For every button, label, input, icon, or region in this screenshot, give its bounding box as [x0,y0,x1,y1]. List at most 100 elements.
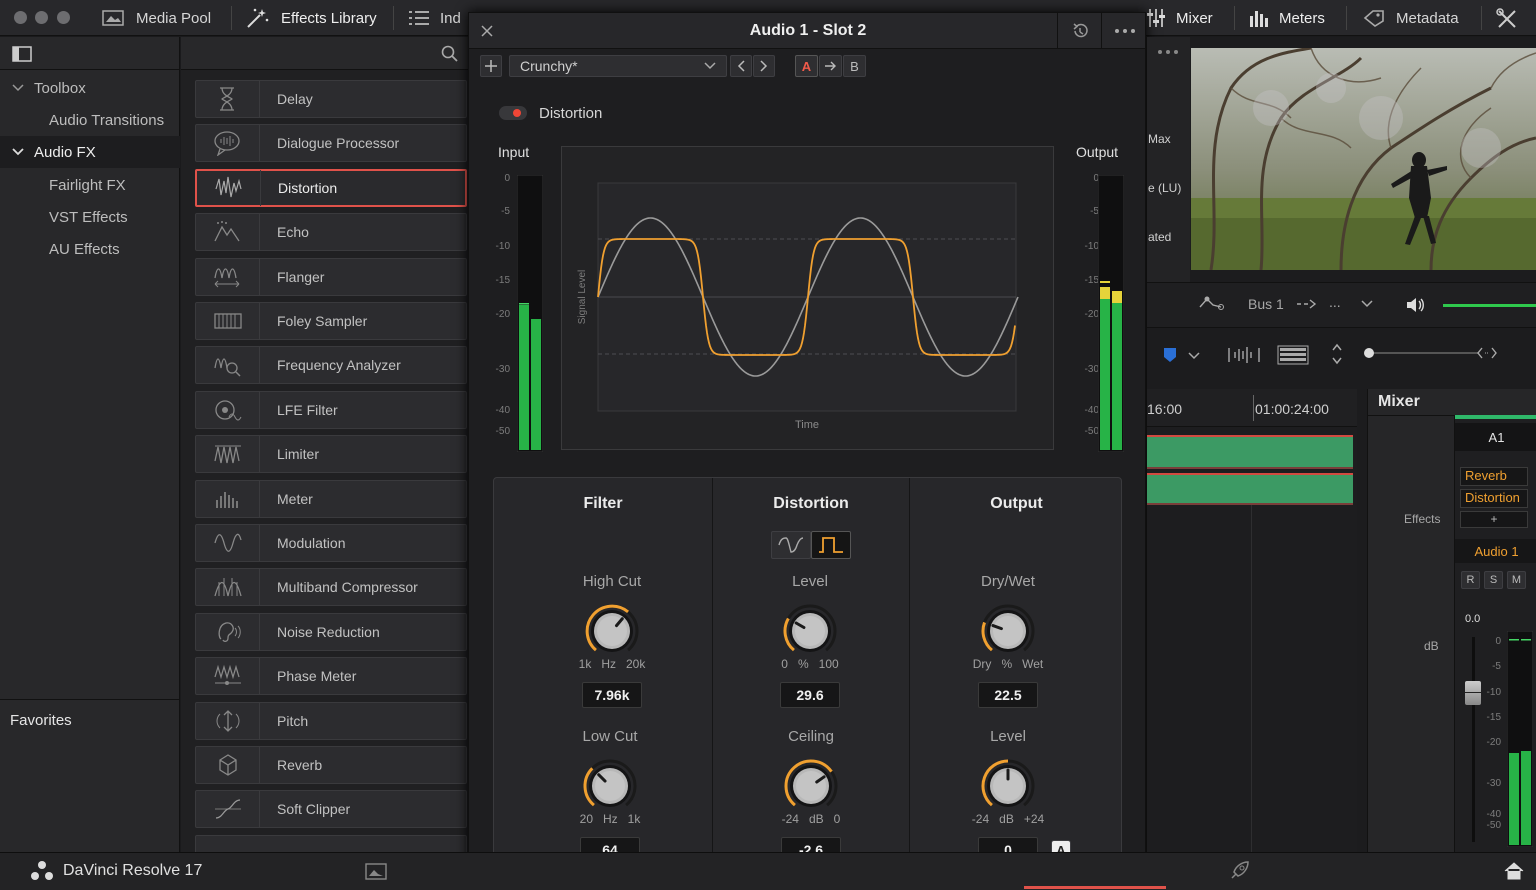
fx-item-distortion[interactable]: Distortion [195,168,467,207]
zoom-slider[interactable] [1364,348,1478,358]
mixer-tab[interactable]: Mixer [1146,0,1213,36]
app-name: DaVinci Resolve 17 [63,862,203,879]
dry-wet-knob[interactable] [978,601,1038,661]
favorites-header[interactable]: Favorites [0,704,180,736]
tree-item-au-effects[interactable]: AU Effects [0,233,180,265]
timecode-label: 01:00:24:00 [1255,401,1329,417]
fx-item-multiband-compressor[interactable]: Multiband Compressor [195,568,467,607]
low-cut-knob[interactable] [580,756,640,816]
timeline[interactable]: 16:00 01:00:24:00 [1147,389,1357,852]
deliver-rocket-icon[interactable] [1228,860,1250,882]
solo-button[interactable]: S [1484,571,1503,589]
fit-width-icon[interactable] [1477,346,1497,360]
knob-scale-max: 100 [818,657,839,671]
add-preset-button[interactable] [480,55,502,77]
search-icon[interactable] [441,45,459,63]
previous-preset-button[interactable] [730,55,752,77]
monitor-volume-slider[interactable] [1443,304,1536,307]
fx-item-frequency-analyzer[interactable]: Frequency Analyzer [195,346,467,385]
ceiling-knob[interactable] [781,756,841,816]
effect-slot-distortion[interactable]: Distortion [1460,489,1528,508]
fx-item-dialogue-processor[interactable]: Dialogue Processor [195,124,467,163]
reset-icon[interactable] [1071,22,1089,40]
waveform-zoom-icon[interactable] [1227,344,1261,366]
channel-name[interactable]: A1 [1455,423,1536,451]
track-height-icon[interactable] [1277,344,1309,366]
close-icon[interactable] [481,25,493,37]
divider [1101,13,1102,49]
add-effect-slot-button[interactable]: + [1460,511,1528,528]
fx-item-label: Dialogue Processor [277,135,400,152]
fx-item-label: Echo [277,224,309,241]
chevron-down-icon[interactable] [1361,300,1373,308]
fx-item-lfe-filter[interactable]: LFE Filter [195,390,467,429]
fx-item-partial[interactable] [195,834,467,852]
compare-a-button[interactable]: A [795,55,818,77]
media-page-icon[interactable] [365,863,387,881]
fx-item-noise-reduction[interactable]: Noise Reduction [195,612,467,651]
mute-button[interactable]: M [1507,571,1526,589]
fx-item-soft-clipper[interactable]: Soft Clipper [195,790,467,829]
fx-item-echo[interactable]: Echo [195,213,467,252]
audio-clip[interactable] [1147,435,1353,469]
fx-item-meter[interactable]: Meter [195,479,467,518]
bus-more-label[interactable]: ... [1329,294,1341,310]
more-options-icon[interactable] [1114,28,1136,34]
fx-item-flanger[interactable]: Flanger [195,257,467,296]
speaker-volume-icon[interactable] [1405,295,1427,315]
tree-label: Audio FX [34,143,96,161]
fx-item-pitch[interactable]: Pitch [195,701,467,740]
tree-item-toolbox[interactable]: Toolbox [0,72,180,104]
window-zoom-button[interactable] [57,11,70,24]
fx-item-modulation[interactable]: Modulation [195,524,467,562]
out-level-knob[interactable] [978,756,1038,816]
effect-slot-reverb[interactable]: Reverb [1460,467,1528,486]
tree-item-audio-fx[interactable]: Audio FX [0,136,180,168]
fx-item-phase-meter[interactable]: Phase Meter [195,657,467,696]
window-close-button[interactable] [14,11,27,24]
audio-clip[interactable] [1147,473,1353,505]
next-preset-button[interactable] [753,55,775,77]
video-viewer[interactable] [1191,48,1536,270]
zoom-slider-handle[interactable] [1364,348,1374,358]
fx-item-limiter[interactable]: Limiter [195,435,467,474]
input-level-meter [517,175,543,452]
media-pool-tab[interactable]: Media Pool [102,0,211,36]
meters-tab[interactable]: Meters [1249,0,1325,36]
compare-b-button[interactable]: B [843,55,866,77]
soft-mode-button[interactable] [771,531,811,559]
record-arm-button[interactable]: R [1461,571,1480,589]
bus-output-label[interactable]: Bus 1 [1248,296,1284,312]
copy-a-to-b-button[interactable] [819,55,842,77]
high-cut-value-field[interactable]: 7.96k [582,682,642,708]
chevron-down-icon[interactable] [1188,352,1200,360]
tree-item-audio-transitions[interactable]: Audio Transitions [0,104,180,136]
fx-item-reverb[interactable]: Reverb [195,746,467,784]
dry-wet-value-field[interactable]: 22.5 [978,682,1038,708]
inspector-tab[interactable] [1496,0,1518,36]
right-panel: Max e (LU) ated Bus 1 ... 16:00 01:00:24… [1147,37,1536,852]
sidebar-toggle-icon[interactable] [12,46,32,62]
fx-search-bar[interactable] [181,37,471,70]
level-value-field[interactable]: 29.6 [780,682,840,708]
tree-item-vst-effects[interactable]: VST Effects [0,201,180,233]
preset-select[interactable]: Crunchy* [509,55,727,77]
hard-mode-button[interactable] [811,531,851,559]
automation-curve-icon[interactable] [1199,295,1229,315]
more-options-icon[interactable] [1157,49,1179,55]
fx-item-delay[interactable]: Delay [195,80,467,118]
tree-item-fairlight-fx[interactable]: Fairlight FX [0,169,180,201]
index-tab[interactable]: Ind [408,0,461,36]
timeline-ruler[interactable]: 16:00 01:00:24:00 [1147,389,1357,427]
metadata-tab[interactable]: Metadata [1362,0,1459,36]
high-cut-knob[interactable] [582,601,642,661]
active-page-indicator [1024,886,1166,889]
effects-library-tab[interactable]: Effects Library [245,0,377,36]
enable-toggle[interactable] [499,106,527,120]
flag-shield-icon[interactable] [1163,347,1177,363]
home-icon[interactable] [1504,862,1524,880]
window-minimize-button[interactable] [35,11,48,24]
fx-item-foley-sampler[interactable]: Foley Sampler [195,302,467,340]
vertical-zoom-icon[interactable] [1331,343,1343,365]
level-knob[interactable] [780,601,840,661]
